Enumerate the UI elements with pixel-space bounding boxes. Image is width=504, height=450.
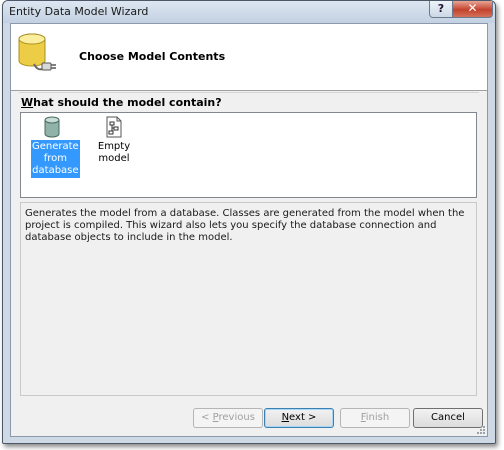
title-bar[interactable]: Entity Data Model Wizard ? ✕ xyxy=(3,1,495,23)
model-contents-list[interactable]: Generate from database Empty model xyxy=(20,112,477,198)
database-plug-icon xyxy=(18,33,56,71)
header-separator xyxy=(19,92,479,93)
page-title: Choose Model Contents xyxy=(79,50,226,63)
option-label: Empty model xyxy=(97,141,131,164)
close-button[interactable]: ✕ xyxy=(452,1,493,18)
next-button[interactable]: Next > xyxy=(264,408,334,428)
option-description: Generates the model from a database. Cla… xyxy=(20,202,477,396)
option-label: Generate from database xyxy=(31,140,80,178)
window-title: Entity Data Model Wizard xyxy=(9,5,149,18)
question-accel: W xyxy=(21,96,34,109)
finish-button[interactable]: Finish xyxy=(340,408,410,428)
previous-button[interactable]: < Previous xyxy=(193,408,263,428)
client-area: Choose Model Contents What should the mo… xyxy=(10,23,488,437)
database-icon xyxy=(44,116,60,138)
option-empty-model[interactable]: Empty model xyxy=(83,116,145,166)
wizard-window: Entity Data Model Wizard ? ✕ Choose Mode… xyxy=(2,0,496,444)
cancel-button[interactable]: Cancel xyxy=(413,408,483,428)
option-generate-from-database[interactable]: Generate from database xyxy=(31,116,80,178)
model-contents-label: What should the model contain? xyxy=(21,96,222,109)
resize-grip-icon[interactable] xyxy=(475,424,485,434)
help-button[interactable]: ? xyxy=(429,1,453,18)
question-text: hat should the model contain? xyxy=(33,96,222,109)
wizard-header: Choose Model Contents xyxy=(11,24,487,91)
empty-model-icon xyxy=(106,116,122,138)
